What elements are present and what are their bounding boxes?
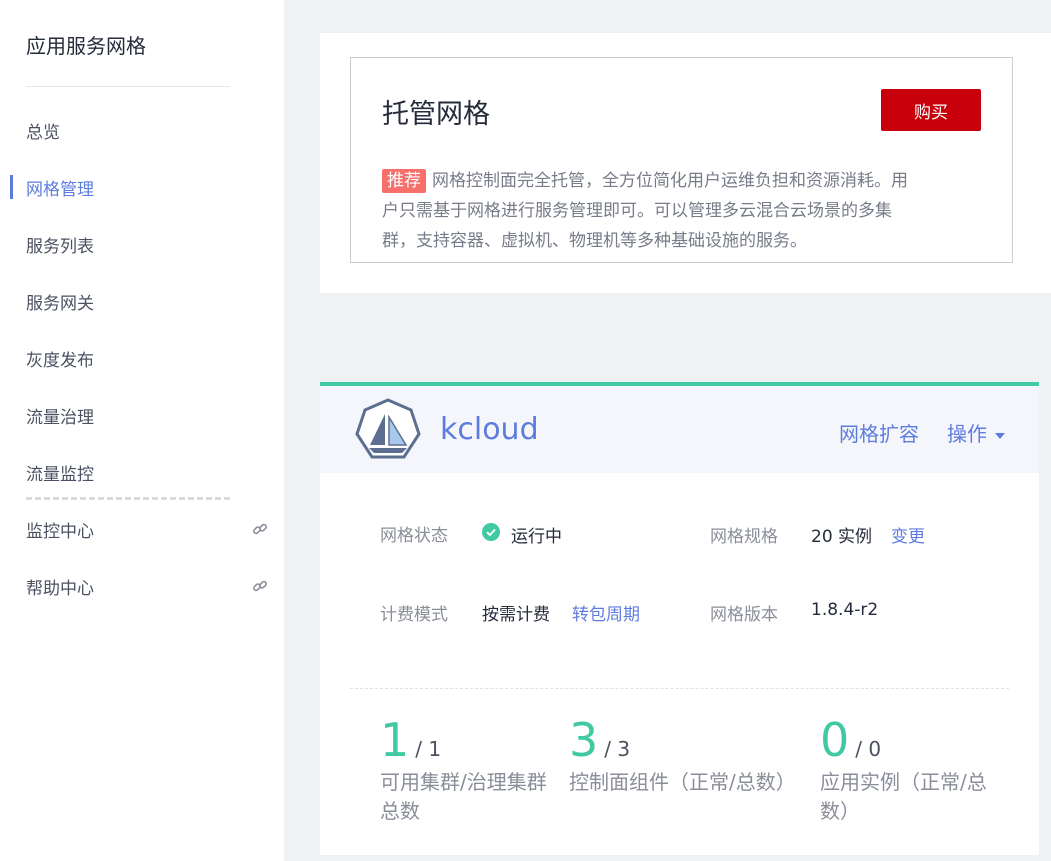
stat-label: 应用实例（正常/总数）	[820, 770, 987, 823]
mesh-name[interactable]: kcloud	[440, 412, 539, 447]
sidebar-item-label: 监控中心	[26, 521, 94, 542]
sidebar-divider	[26, 86, 230, 87]
check-circle-icon	[482, 523, 500, 541]
sidebar-item-label: 流量治理	[26, 407, 94, 428]
spec-value: 20 实例	[811, 527, 873, 547]
sidebar-item-label: 灰度发布	[26, 350, 94, 371]
billing-value: 按需计费	[482, 605, 550, 625]
mesh-scale-link[interactable]: 网格扩容	[839, 418, 919, 447]
sidebar-item-label: 服务网关	[26, 293, 94, 314]
sidebar-item-service-gateway[interactable]: 服务网关	[0, 281, 284, 321]
mesh-logo-icon	[355, 398, 421, 459]
status-value: 运行中	[511, 527, 562, 547]
sidebar-item-label: 帮助中心	[26, 578, 94, 599]
stat-total: / 0	[855, 737, 882, 761]
stat-label: 可用集群/治理集群总数	[380, 770, 547, 823]
promo-description-text: 网格控制面完全托管，全方位简化用户运维负担和资源消耗。用户只需基于网格进行服务管…	[382, 171, 908, 251]
external-link-icon	[253, 580, 267, 592]
stat-label: 控制面组件（正常/总数）	[569, 770, 796, 794]
sidebar-item-traffic-monitoring[interactable]: 流量监控	[0, 452, 284, 492]
stat-app-instances: 0/ 0	[820, 714, 881, 766]
sidebar: 应用服务网格 总览 网格管理 服务列表 服务网关 灰度发布 流量治理 流量监控 …	[0, 0, 284, 861]
sidebar-item-gray-release[interactable]: 灰度发布	[0, 338, 284, 378]
recommend-badge: 推荐	[382, 169, 426, 193]
promo-title: 托管网格	[382, 99, 490, 130]
stat-total: / 1	[415, 737, 442, 761]
sidebar-item-traffic-governance[interactable]: 流量治理	[0, 395, 284, 435]
spec-label: 网格规格	[710, 527, 778, 547]
stat-value: 3	[569, 713, 599, 767]
sidebar-dashed-divider	[26, 497, 230, 500]
spec-change-link[interactable]: 变更	[891, 522, 925, 547]
stat-total: / 3	[604, 737, 631, 761]
managed-mesh-card: 托管网格 购买 推荐 网格控制面完全托管，全方位简化用户运维负担和资源消耗。用户只…	[350, 57, 1013, 263]
card-divider	[350, 688, 1009, 689]
sidebar-title: 应用服务网格	[26, 34, 146, 58]
sidebar-item-mesh-management[interactable]: 网格管理	[0, 167, 284, 207]
version-label: 网格版本	[710, 605, 778, 625]
caret-down-icon	[995, 432, 1005, 439]
promo-panel: 托管网格 购买 推荐 网格控制面完全托管，全方位简化用户运维负担和资源消耗。用户只…	[320, 33, 1051, 293]
sidebar-item-label: 总览	[26, 122, 60, 143]
buy-button[interactable]: 购买	[881, 89, 981, 131]
mesh-card-header: kcloud 网格扩容 操作	[320, 386, 1039, 473]
sidebar-item-monitoring-center[interactable]: 监控中心	[0, 509, 284, 549]
operations-dropdown[interactable]: 操作	[947, 418, 1005, 447]
stat-control-plane: 3/ 3	[569, 714, 630, 766]
external-link-icon	[253, 523, 267, 535]
promo-description: 推荐 网格控制面完全托管，全方位简化用户运维负担和资源消耗。用户只需基于网格进行服…	[382, 166, 912, 256]
operations-label: 操作	[947, 422, 987, 446]
stat-value: 1	[380, 713, 410, 767]
sidebar-item-overview[interactable]: 总览	[0, 110, 284, 150]
billing-label: 计费模式	[380, 605, 448, 625]
sidebar-item-label: 网格管理	[26, 179, 94, 200]
sidebar-item-service-list[interactable]: 服务列表	[0, 224, 284, 264]
billing-convert-link[interactable]: 转包周期	[572, 600, 640, 625]
sidebar-item-help-center[interactable]: 帮助中心	[0, 566, 284, 606]
sidebar-item-label: 服务列表	[26, 236, 94, 257]
stat-clusters: 1/ 1	[380, 714, 441, 766]
mesh-card: kcloud 网格扩容 操作 网格状态 运行中 网格规格 20 实例 变更 计费…	[320, 382, 1039, 855]
stat-value: 0	[820, 713, 850, 767]
version-value: 1.8.4-r2	[811, 600, 879, 620]
sidebar-item-label: 流量监控	[26, 464, 94, 485]
status-label: 网格状态	[380, 526, 448, 546]
